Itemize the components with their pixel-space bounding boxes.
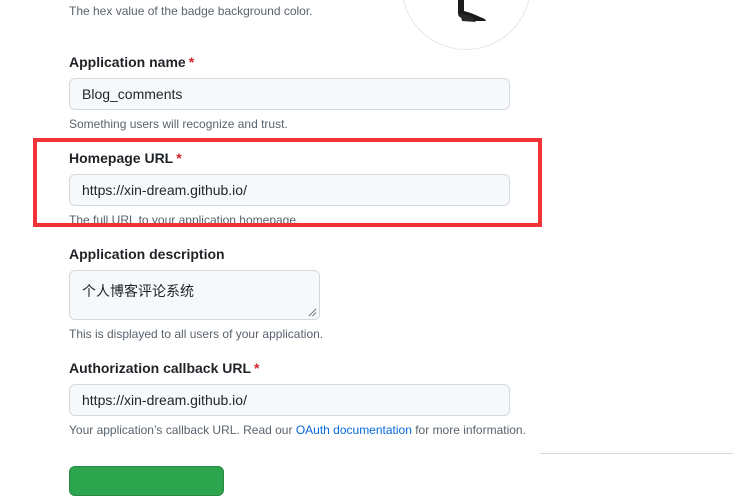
app-description-textarea[interactable]: 个人博客评论系统 xyxy=(69,270,320,320)
required-mark: * xyxy=(188,54,195,70)
callback-url-input[interactable]: https://xin-dream.github.io/ xyxy=(69,384,510,416)
app-name-help: Something users will recognize and trust… xyxy=(69,117,288,131)
callback-url-help: Your application’s callback URL. Read ou… xyxy=(69,423,526,437)
app-description-help: This is displayed to all users of your a… xyxy=(69,327,324,341)
app-name-label: Application name * xyxy=(69,54,195,70)
required-mark: * xyxy=(254,360,260,376)
app-logo-icon xyxy=(458,0,486,22)
register-application-button[interactable] xyxy=(69,466,224,496)
divider xyxy=(540,453,733,454)
badge-color-help: The hex value of the badge background co… xyxy=(69,4,313,18)
callback-url-label: Authorization callback URL * xyxy=(69,360,260,376)
oauth-documentation-link[interactable]: OAuth documentation xyxy=(296,423,412,437)
app-description-label: Application description xyxy=(69,246,225,262)
app-name-input[interactable]: Blog_comments xyxy=(69,78,510,110)
resize-grip-icon[interactable] xyxy=(308,308,317,317)
app-logo-avatar[interactable] xyxy=(401,0,531,50)
highlight-box xyxy=(33,138,542,227)
app-description-value: 个人博客评论系统 xyxy=(82,283,194,299)
